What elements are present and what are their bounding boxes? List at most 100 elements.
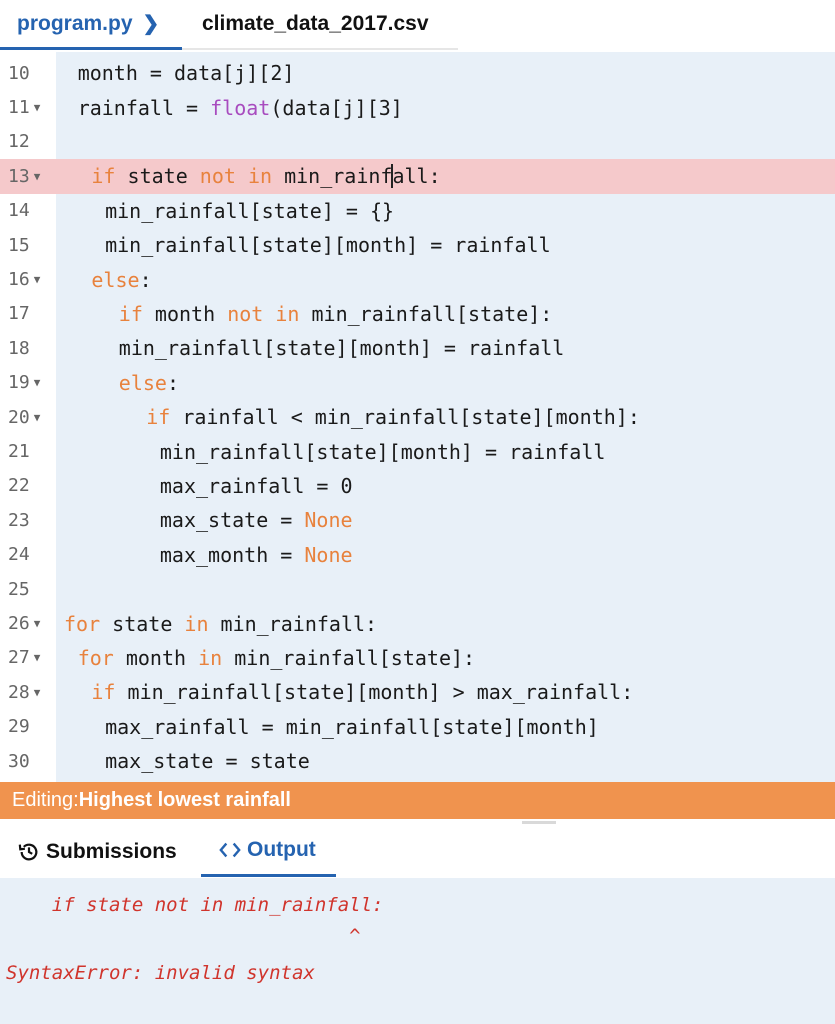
code-token: :: [139, 267, 152, 292]
line-number: 10: [0, 56, 56, 91]
code-text: if rainfall < min_rainfall[state][month]…: [146, 400, 640, 434]
code-token: min_rainfall[state][month] > max_rainfal…: [115, 680, 634, 705]
code-line[interactable]: 28 ▼ if min_rainfall[state][month] > max_r…: [0, 675, 835, 710]
code-line[interactable]: 30 max_state = state: [0, 744, 835, 779]
code-text: if month not in min_rainfall[state]:: [119, 297, 553, 331]
output-caret-line: ^: [6, 925, 361, 947]
line-number: 29: [0, 709, 56, 744]
code-line[interactable]: 17 if month not in min_rainfall[state]:: [0, 296, 835, 332]
code-line[interactable]: 21 min_rainfall[state][month] = rainfall: [0, 434, 835, 469]
code-token: :: [166, 370, 180, 395]
code-line[interactable]: 23 max_state = None: [0, 503, 835, 538]
tab-program-py[interactable]: program.py ❯: [0, 0, 182, 50]
tab-submissions[interactable]: Submissions: [18, 826, 177, 878]
line-number-text: 29: [8, 716, 30, 738]
code-line[interactable]: 19 ▼ else:: [0, 365, 835, 400]
code-line[interactable]: 29 max_rainfall = min_rainfall[state][mon…: [0, 709, 835, 744]
code-line[interactable]: 12: [0, 124, 835, 160]
line-number-text: 22: [8, 475, 30, 497]
code-line[interactable]: 11 ▼ rainfall = float (data[j][3]: [0, 90, 835, 125]
code-token: max_state = state: [105, 749, 310, 774]
keyword-token: in: [184, 611, 209, 636]
code-token: all:: [392, 164, 441, 189]
code-line[interactable]: 25: [0, 572, 835, 607]
code-line[interactable]: 18 min_rainfall[state][month] = rainfall: [0, 331, 835, 366]
code-text: max_rainfall = min_rainfall[state][month…: [105, 710, 599, 744]
line-number: 22: [0, 468, 56, 504]
code-line[interactable]: 10 month = data[j][2]: [0, 56, 835, 91]
code-token: min_rainfall:: [208, 611, 378, 636]
code-line-highlighted[interactable]: 13 ▼ if state not in min_rainf all:: [0, 159, 835, 194]
line-number: 27 ▼: [0, 640, 56, 676]
line-number-text: 25: [8, 578, 30, 600]
file-tabs: program.py ❯ climate_data_2017.csv: [0, 0, 835, 52]
output-error-line: SyntaxError: invalid syntax: [6, 962, 315, 984]
code-text: month = data[j][2]: [78, 56, 295, 90]
tab-label: Output: [247, 838, 316, 861]
chevron-right-icon[interactable]: ❯: [143, 11, 160, 36]
keyword-token: else: [118, 370, 167, 395]
keyword-token: in: [198, 645, 223, 670]
keyword-token: else: [91, 267, 140, 292]
line-number: 16 ▼: [0, 262, 56, 297]
code-text: min_rainfall[state][month] = rainfall: [160, 434, 606, 468]
keyword-token: not: [199, 164, 236, 189]
code-line[interactable]: 26 ▼ for state in min_rainfall:: [0, 606, 835, 641]
code-line[interactable]: 15 min_rainfall[state][month] = rainfall: [0, 228, 835, 263]
code-token: min_rainfall[state][month] = rainfall: [105, 233, 551, 258]
line-number: 21: [0, 434, 56, 469]
code-editor[interactable]: 10 month = data[j][2] 11 ▼ rainfall = float(…: [0, 52, 835, 782]
panel-resize-handle[interactable]: [522, 821, 556, 824]
line-number: 11 ▼: [0, 90, 56, 125]
fold-arrow-icon[interactable]: ▼: [34, 101, 41, 114]
line-number: 30: [0, 744, 56, 779]
code-token: max_state =: [159, 508, 305, 533]
line-number-text: 19: [8, 372, 30, 394]
line-number: 20 ▼: [0, 400, 56, 435]
keyword-token: not: [227, 301, 264, 326]
tab-climate-data-csv[interactable]: climate_data_2017.csv: [182, 0, 458, 50]
keyword-token: for: [77, 645, 114, 670]
keyword-token: in: [275, 301, 300, 326]
line-number-text: 24: [8, 544, 30, 566]
line-number: 13 ▼: [0, 159, 56, 194]
code-token: rainfall =: [77, 95, 211, 120]
code-token: max_month =: [159, 542, 305, 567]
output-panel-tabs: Submissions Output: [0, 826, 835, 878]
code-text: max_state = state: [105, 744, 310, 778]
code-text: max_month = None: [160, 538, 353, 572]
line-number: 17: [0, 296, 56, 332]
code-line[interactable]: 16 ▼ else:: [0, 262, 835, 297]
code-text: else:: [91, 262, 151, 296]
line-number-text: 16: [8, 269, 30, 291]
code-token: min_rainfall[state][month] = rainfall: [118, 336, 565, 361]
code-line[interactable]: 14 min_rainfall[state] = {}: [0, 193, 835, 228]
fold-arrow-icon[interactable]: ▼: [34, 617, 41, 630]
code-line[interactable]: 24 max_month = None: [0, 537, 835, 572]
fold-arrow-icon[interactable]: ▼: [34, 170, 41, 183]
code-token: month: [142, 301, 228, 326]
code-token: month = data[j][2]: [77, 61, 295, 86]
code-token: max_rainfall = min_rainfall[state][month…: [105, 714, 599, 739]
line-number-text: 17: [8, 303, 30, 325]
code-text: max_rainfall = 0: [160, 469, 353, 503]
line-number-text: 20: [8, 406, 30, 428]
line-number: 26 ▼: [0, 606, 56, 641]
fold-arrow-icon[interactable]: ▼: [34, 651, 41, 664]
code-token: state: [100, 611, 185, 636]
fold-arrow-icon[interactable]: ▼: [34, 686, 41, 699]
code-line[interactable]: 20 ▼ if rainfall < min_rainfall[state][mon…: [0, 400, 835, 435]
tab-label: Submissions: [46, 840, 177, 863]
keyword-token: for: [64, 611, 101, 636]
fold-arrow-icon[interactable]: ▼: [34, 376, 41, 389]
line-number: 19 ▼: [0, 365, 56, 400]
tab-label: program.py: [17, 11, 133, 35]
tab-output[interactable]: Output: [201, 826, 336, 877]
history-icon: [18, 843, 38, 861]
fold-arrow-icon[interactable]: ▼: [34, 411, 41, 424]
line-number: 12: [0, 124, 56, 160]
line-number-text: 11: [8, 97, 30, 119]
fold-arrow-icon[interactable]: ▼: [34, 273, 41, 286]
code-line[interactable]: 27 ▼ for month in min_rainfall[state]:: [0, 640, 835, 676]
code-line[interactable]: 22 max_rainfall = 0: [0, 468, 835, 504]
